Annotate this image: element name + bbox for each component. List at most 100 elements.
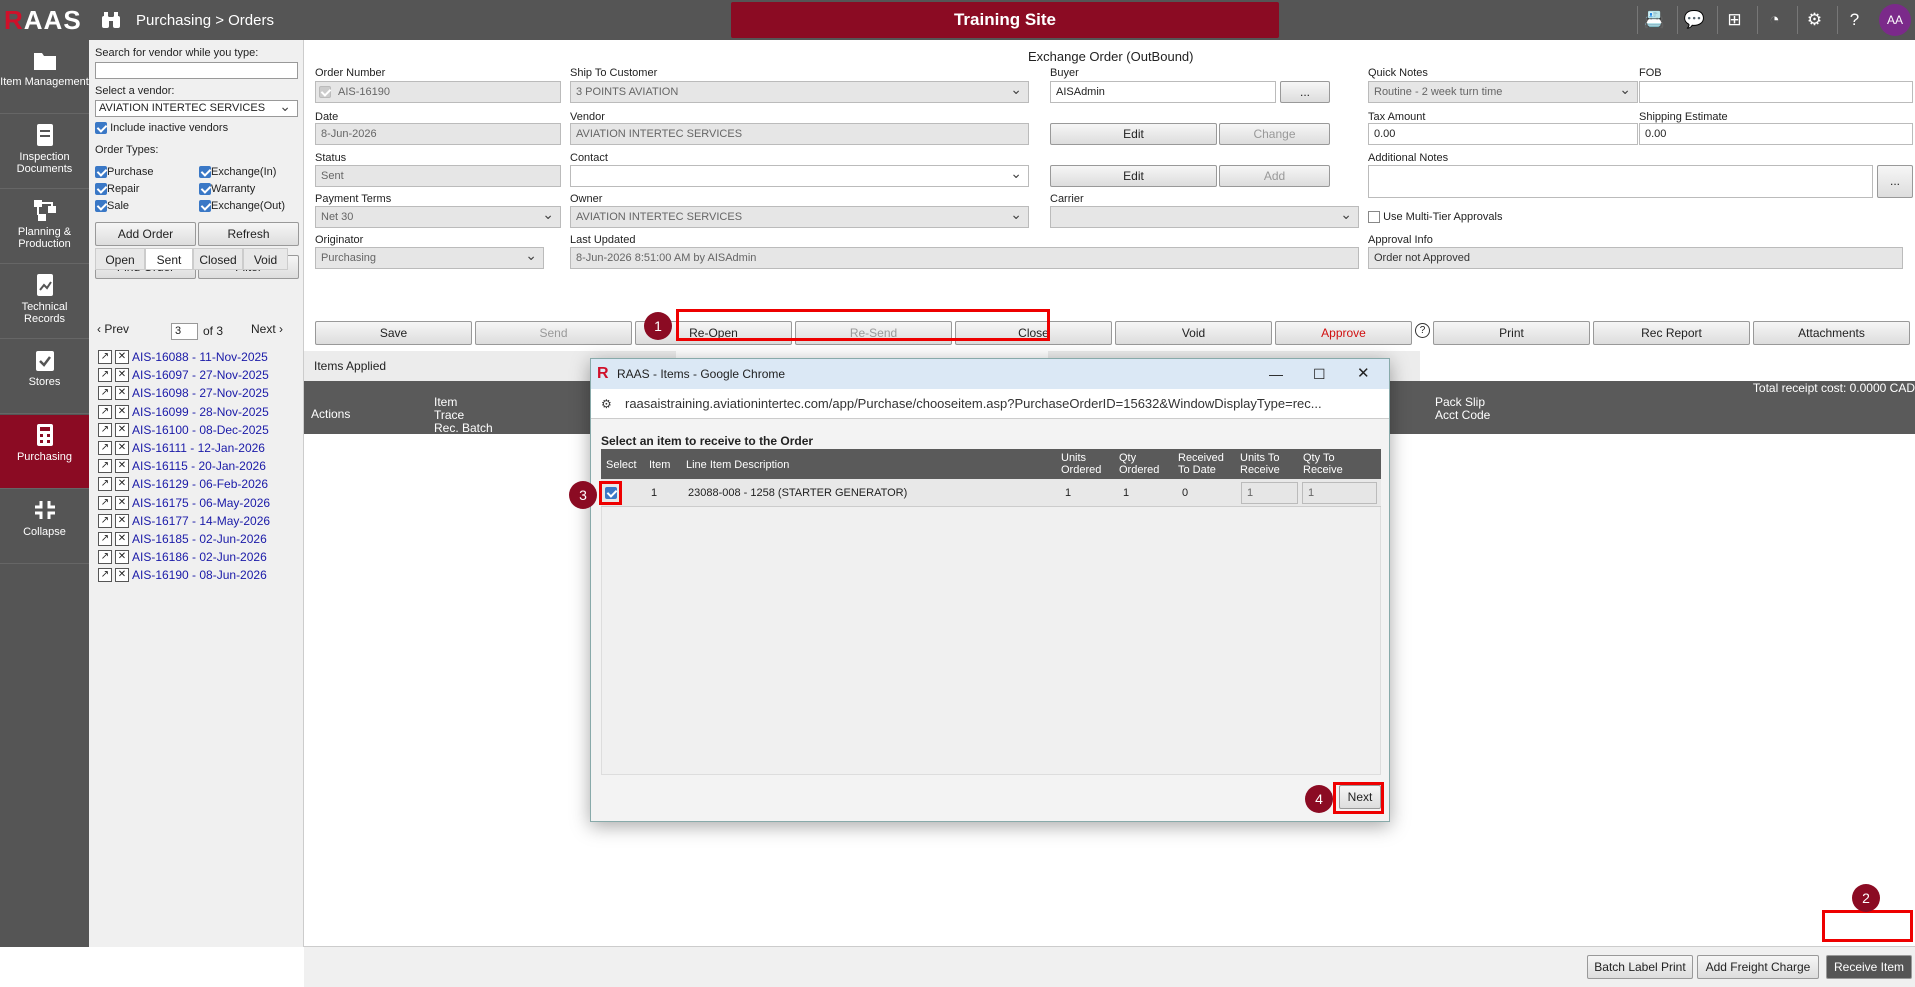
delete-icon[interactable]: ✕ (115, 495, 129, 510)
edit-icon[interactable]: ↗ (98, 477, 112, 492)
list-item[interactable]: ↗ ✕ AIS-16175 - 06-May-2026 (98, 494, 270, 512)
checkbox[interactable] (95, 122, 107, 135)
raas-logo[interactable]: RAAS (4, 5, 82, 36)
order-link[interactable]: AIS-16098 - 27-Nov-2025 (132, 386, 269, 400)
notes-expand-button[interactable]: ... (1877, 165, 1913, 198)
delete-icon[interactable]: ✕ (115, 568, 129, 583)
nav-inspection-documents[interactable]: Inspection Documents (0, 115, 89, 189)
delete-icon[interactable]: ✕ (115, 459, 129, 474)
list-item[interactable]: ↗ ✕ AIS-16129 - 06-Feb-2026 (98, 475, 268, 493)
edit-icon[interactable]: ↗ (98, 568, 112, 583)
checkbox[interactable] (95, 166, 107, 179)
fob-input[interactable] (1639, 81, 1913, 103)
delete-icon[interactable]: ✕ (115, 477, 129, 492)
void-button[interactable]: Void (1115, 321, 1272, 345)
nav-planning-production[interactable]: Planning & Production (0, 190, 89, 264)
approve-button[interactable]: Approve (1275, 321, 1412, 345)
checkbox[interactable] (95, 200, 107, 213)
contact-add-button[interactable]: Add (1219, 165, 1330, 187)
rec-report-button[interactable]: Rec Report (1593, 321, 1750, 345)
delete-icon[interactable]: ✕ (115, 422, 129, 437)
help-icon[interactable]: ? (1837, 6, 1871, 34)
list-item[interactable]: ↗ ✕ AIS-16088 - 11-Nov-2025 (98, 348, 268, 366)
checkbox[interactable] (199, 166, 211, 179)
list-item[interactable]: ↗ ✕ AIS-16111 - 12-Jan-2026 (98, 439, 265, 457)
owner-select[interactable]: AVIATION INTERTEC SERVICES (570, 204, 1029, 228)
units-to-receive-input[interactable]: 1 (1241, 482, 1298, 504)
edit-icon[interactable]: ↗ (98, 495, 112, 510)
edit-icon[interactable]: ↗ (98, 459, 112, 474)
nav-stores[interactable]: Stores (0, 340, 89, 414)
receive-item-button[interactable]: Receive Item (1826, 955, 1912, 979)
delete-icon[interactable]: ✕ (115, 513, 129, 528)
type-exchange-out[interactable]: Exchange(Out) (199, 200, 285, 213)
order-link[interactable]: AIS-16097 - 27-Nov-2025 (132, 368, 269, 382)
save-button[interactable]: Save (315, 321, 472, 345)
quick-notes-select[interactable]: Routine - 2 week turn time (1368, 79, 1638, 103)
print-button[interactable]: Print (1433, 321, 1590, 345)
additional-notes-textarea[interactable] (1368, 165, 1873, 198)
delete-icon[interactable]: ✕ (115, 532, 129, 546)
plus-square-icon[interactable]: ⊞ (1717, 6, 1751, 34)
avatar[interactable]: AA (1879, 4, 1911, 36)
delete-icon[interactable]: ✕ (115, 441, 129, 455)
delete-icon[interactable]: ✕ (115, 404, 129, 419)
multi-tier-checkbox[interactable]: Use Multi-Tier Approvals (1368, 211, 1502, 224)
date-field[interactable]: 8-Jun-2026 (315, 123, 561, 145)
chat-icon[interactable]: 💬 (1677, 6, 1711, 34)
edit-icon[interactable]: ↗ (98, 422, 112, 437)
delete-icon[interactable]: ✕ (115, 386, 129, 401)
nav-collapse[interactable]: Collapse (0, 490, 89, 564)
edit-icon[interactable]: ↗ (98, 368, 112, 383)
tab-sent[interactable]: Sent (145, 248, 193, 270)
buyer-lookup-button[interactable]: ... (1280, 81, 1330, 103)
pie-chart-icon[interactable]: ◔ (1757, 6, 1791, 34)
checkbox[interactable] (95, 183, 107, 196)
site-settings-icon[interactable]: ⚙ (601, 389, 612, 419)
carrier-select[interactable] (1050, 204, 1359, 228)
table-row[interactable]: 1 23088-008 - 1258 (STARTER GENERATOR) 1… (601, 479, 1381, 507)
shipping-estimate-input[interactable]: 0.00 (1639, 123, 1913, 145)
payment-terms-select[interactable]: Net 30 (315, 204, 561, 228)
list-item[interactable]: ↗ ✕ AIS-16097 - 27-Nov-2025 (98, 366, 269, 384)
batch-label-print-button[interactable]: Batch Label Print (1587, 955, 1693, 979)
nav-purchasing[interactable]: Purchasing (0, 415, 89, 489)
delete-icon[interactable]: ✕ (115, 550, 129, 565)
list-item[interactable]: ↗ ✕ AIS-16100 - 08-Dec-2025 (98, 421, 269, 439)
gears-icon[interactable]: ⚙ (1797, 6, 1831, 34)
order-link[interactable]: AIS-16115 - 20-Jan-2026 (132, 459, 266, 473)
close-icon[interactable]: ✕ (1357, 359, 1370, 389)
list-item[interactable]: ↗ ✕ AIS-16185 - 02-Jun-2026 (98, 530, 267, 548)
order-link[interactable]: AIS-16129 - 06-Feb-2026 (132, 477, 268, 491)
type-exchange-in[interactable]: Exchange(In) (199, 166, 276, 179)
edit-icon[interactable]: ↗ (98, 532, 112, 546)
tab-closed[interactable]: Closed (193, 248, 243, 270)
order-link[interactable]: AIS-16175 - 06-May-2026 (132, 496, 270, 510)
nav-technical-records[interactable]: Technical Records (0, 265, 89, 339)
originator-select[interactable]: Purchasing (315, 245, 544, 269)
delete-icon[interactable]: ✕ (115, 368, 129, 383)
tab-void[interactable]: Void (243, 248, 288, 270)
list-item[interactable]: ↗ ✕ AIS-16190 - 08-Jun-2026 (98, 566, 267, 584)
type-purchase[interactable]: Purchase (95, 166, 153, 179)
type-repair[interactable]: Repair (95, 183, 139, 196)
buyer-input[interactable]: AISAdmin (1050, 81, 1276, 103)
list-item[interactable]: ↗ ✕ AIS-16099 - 28-Nov-2025 (98, 403, 269, 421)
order-link[interactable]: AIS-16100 - 08-Dec-2025 (132, 423, 269, 437)
order-link[interactable]: AIS-16186 - 02-Jun-2026 (132, 550, 267, 564)
add-order-button[interactable]: Add Order (95, 222, 196, 246)
order-link[interactable]: AIS-16177 - 14-May-2026 (132, 514, 270, 528)
order-link[interactable]: AIS-16111 - 12-Jan-2026 (132, 441, 265, 455)
prev-page-link[interactable]: ‹ Prev (97, 322, 129, 336)
order-link[interactable]: AIS-16099 - 28-Nov-2025 (132, 405, 269, 419)
list-item[interactable]: ↗ ✕ AIS-16098 - 27-Nov-2025 (98, 384, 269, 402)
type-sale[interactable]: Sale (95, 200, 129, 213)
order-number-field[interactable]: AIS-16190 (315, 81, 561, 103)
checkbox[interactable] (199, 183, 211, 196)
order-link[interactable]: AIS-16185 - 02-Jun-2026 (132, 532, 267, 546)
attachments-button[interactable]: Attachments (1753, 321, 1910, 345)
edit-icon[interactable]: ↗ (98, 513, 112, 528)
contact-edit-button[interactable]: Edit (1050, 165, 1217, 187)
order-link[interactable]: AIS-16088 - 11-Nov-2025 (132, 350, 268, 364)
type-warranty[interactable]: Warranty (199, 183, 255, 196)
